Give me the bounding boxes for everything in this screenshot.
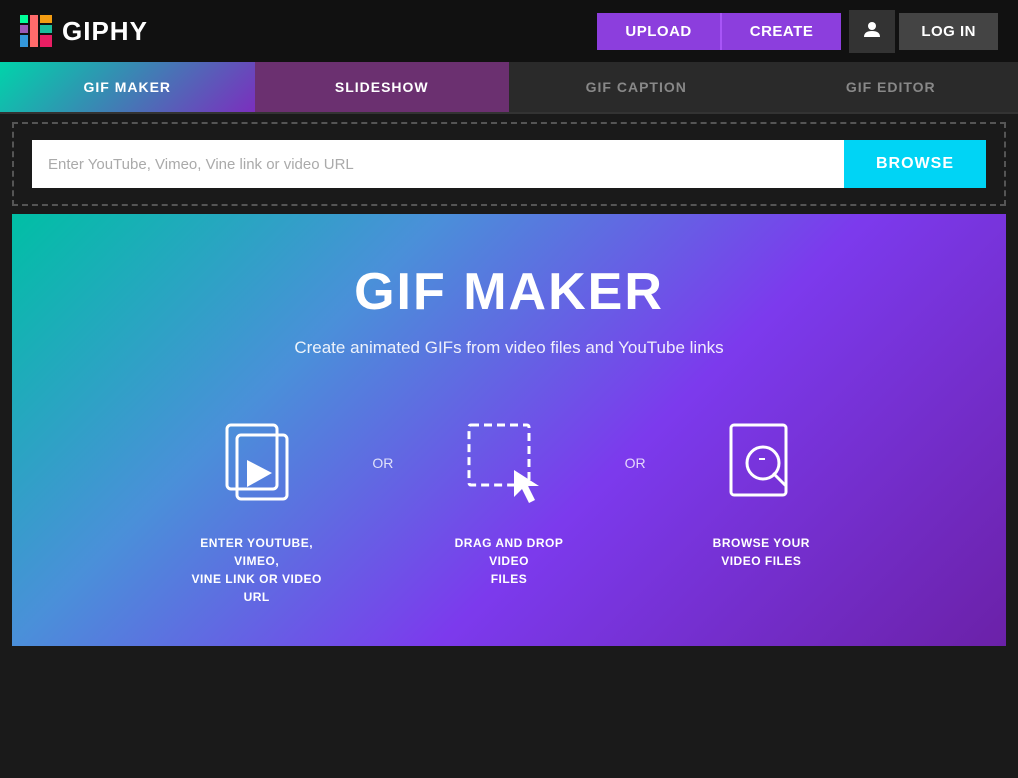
header: GIPHY UPLOAD CREATE LOG IN	[0, 0, 1018, 62]
enter-url-icon	[197, 410, 317, 520]
drag-drop-label: DRAG AND DROP VIDEOFILES	[439, 534, 579, 588]
upload-button[interactable]: UPLOAD	[597, 13, 719, 50]
tab-gif-editor[interactable]: GIF EDITOR	[764, 62, 1018, 112]
url-input[interactable]	[32, 140, 844, 188]
icons-row: ENTER YOUTUBE, VIMEO,VINE LINK OR VIDEO …	[159, 410, 859, 606]
tab-slideshow[interactable]: SLIDESHOW	[255, 62, 510, 112]
main-content: GIF MAKER Create animated GIFs from vide…	[12, 214, 1006, 646]
main-subtitle: Create animated GIFs from video files an…	[294, 338, 723, 358]
icon-block-browse: BROWSE YOUR VIDEO FILES	[664, 410, 859, 570]
logo-area: GIPHY	[20, 15, 148, 47]
or-text-1: OR	[354, 455, 411, 471]
create-button[interactable]: CREATE	[720, 13, 842, 50]
icon-block-enter-url: ENTER YOUTUBE, VIMEO,VINE LINK OR VIDEO …	[159, 410, 354, 606]
drag-drop-icon	[449, 410, 569, 520]
tabs-nav: GIF MAKER SLIDESHOW GIF CAPTION GIF EDIT…	[0, 62, 1018, 114]
browse-files-icon	[701, 410, 821, 520]
tab-gif-caption[interactable]: GIF CAPTION	[509, 62, 764, 112]
url-drop-zone: BROWSE	[12, 122, 1006, 206]
browse-button[interactable]: BROWSE	[844, 140, 986, 188]
icon-block-drag-drop: DRAG AND DROP VIDEOFILES	[411, 410, 606, 588]
logo-text: GIPHY	[62, 16, 148, 47]
user-icon-button[interactable]	[849, 10, 895, 53]
user-icon	[863, 20, 881, 38]
enter-url-label: ENTER YOUTUBE, VIMEO,VINE LINK OR VIDEO …	[187, 534, 327, 606]
tab-gif-maker[interactable]: GIF MAKER	[0, 62, 255, 112]
or-text-2: OR	[607, 455, 664, 471]
browse-files-label: BROWSE YOUR VIDEO FILES	[691, 534, 831, 570]
header-right: UPLOAD CREATE LOG IN	[597, 10, 998, 53]
main-title: GIF MAKER	[354, 262, 664, 322]
login-button[interactable]: LOG IN	[899, 13, 998, 50]
url-input-row: BROWSE	[32, 140, 986, 188]
giphy-logo-icon	[20, 15, 52, 47]
